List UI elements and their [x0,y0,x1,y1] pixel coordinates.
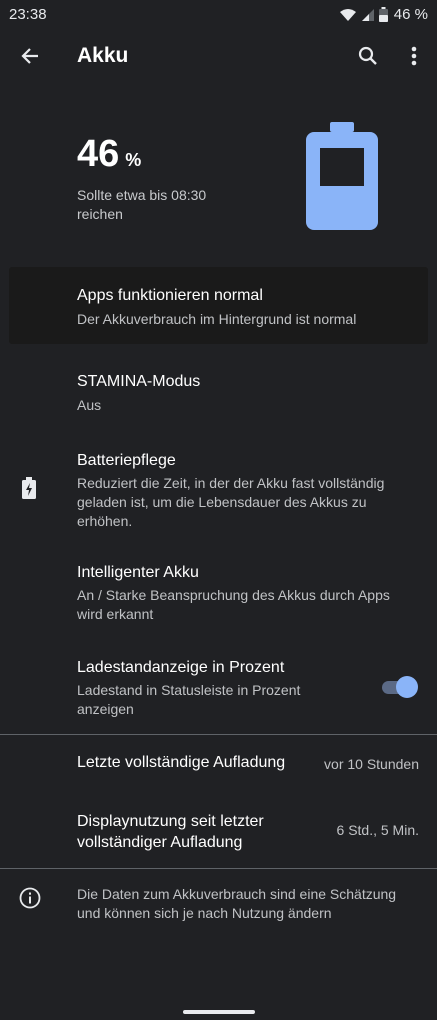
arrow-back-icon [21,48,38,64]
screen-usage-value: 6 Std., 5 Min. [336,822,419,838]
battery-percentage-setting[interactable]: Ladestandanzeige in Prozent Ladestand in… [0,648,437,728]
search-icon [358,46,377,65]
battery-percent-unit: % [125,150,142,170]
battery-percentage-toggle[interactable] [382,676,418,698]
battery-percentage: 46% [77,133,141,176]
page-title: Akku [77,44,129,67]
search-button[interactable] [352,40,384,72]
status-icons: 46 % [339,6,428,23]
overflow-menu-button[interactable] [398,40,430,72]
stamina-title: STAMINA-Modus [77,373,201,390]
battery-percentage-title: Ladestandanzeige in Prozent [77,659,285,676]
apps-status-title: Apps funktionieren normal [77,287,263,304]
battery-estimate: Sollte etwa bis 08:30 reichen [77,187,207,222]
smart-battery-title: Intelligenter Akku [77,564,199,581]
more-vert-icon [411,46,417,66]
apps-status-card[interactable]: Apps funktionieren normal Der Akkuverbra… [9,267,428,344]
info-icon [19,887,41,909]
battery-percentage-description: Ladestand in Statusleiste in Prozent anz… [77,682,301,717]
last-full-charge-label: Letzte vollständige Aufladung [77,754,286,771]
battery-care-description: Reduziert die Zeit, in der der Akku fast… [77,475,385,529]
toggle-thumb [396,676,418,698]
screen-usage-item: Displaynutzung seit letzter vollständige… [0,800,437,860]
divider [0,868,437,869]
smart-battery-item[interactable]: Intelligenter Akku An / Starke Beanspruc… [0,553,437,633]
back-button[interactable] [14,40,46,72]
status-time: 23:38 [9,6,47,23]
battery-care-title: Batteriepflege [77,452,176,469]
battery-percent-value: 46 [77,133,120,175]
last-full-charge-item: Letzte vollständige Aufladung vor 10 Stu… [0,742,437,786]
wifi-icon [339,8,356,21]
last-full-charge-value: vor 10 Stunden [324,756,419,772]
stamina-status: Aus [77,397,102,413]
divider [0,734,437,735]
usage-info-note: Die Daten zum Akkuverbrauch sind eine Sc… [77,886,397,921]
battery-level-graphic [306,122,378,230]
battery-charging-icon [22,477,36,499]
signal-icon [361,8,374,21]
battery-care-item[interactable]: Batteriepflege Reduziert die Zeit, in de… [0,440,437,540]
status-battery-percent: 46 % [393,6,428,23]
battery-icon [378,7,388,22]
gesture-navigation-bar[interactable] [183,1010,255,1014]
stamina-mode-item[interactable]: STAMINA-Modus Aus [0,362,437,426]
screen-usage-label: Displaynutzung seit letzter vollständige… [77,813,264,851]
smart-battery-status: An / Starke Beanspruchung des Akkus durc… [77,587,390,622]
apps-status-subtitle: Der Akkuverbrauch im Hintergrund ist nor… [77,311,357,327]
